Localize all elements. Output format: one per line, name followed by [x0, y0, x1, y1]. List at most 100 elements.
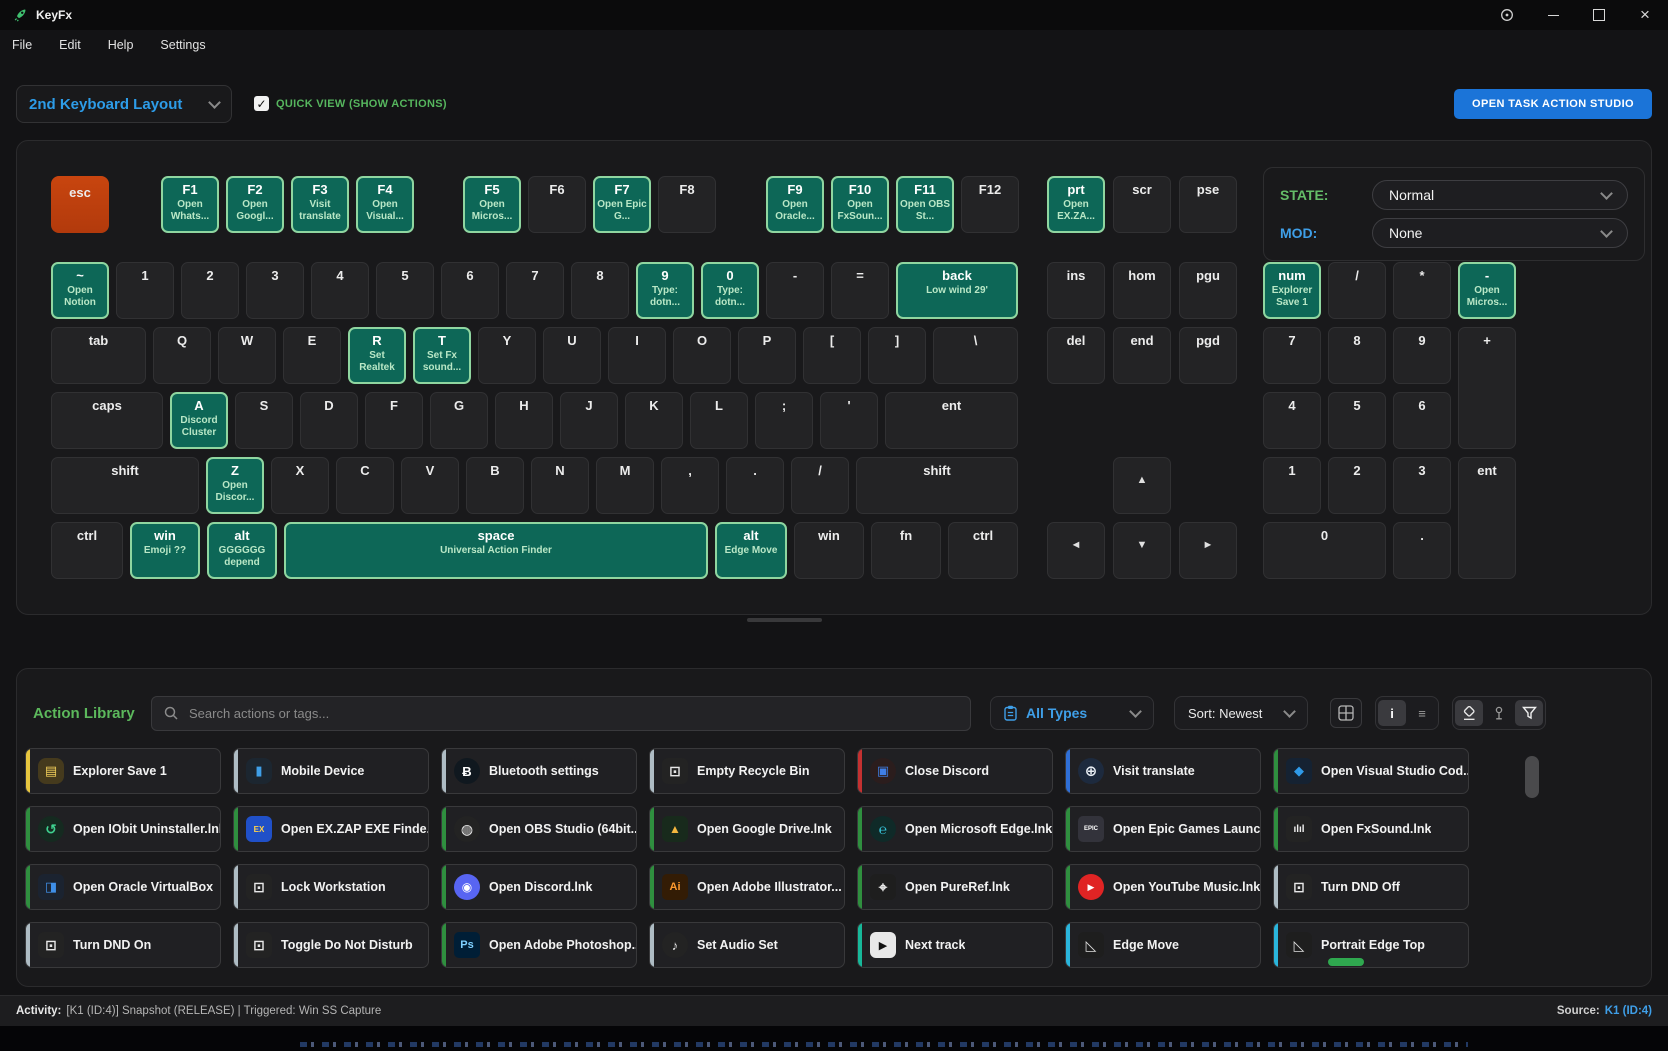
key-p[interactable]: P	[738, 327, 796, 384]
key-3[interactable]: 3	[246, 262, 304, 319]
menu-settings[interactable]: Settings	[160, 38, 205, 52]
key-lbracket[interactable]: [	[803, 327, 861, 384]
key-6[interactable]: 6	[441, 262, 499, 319]
key-f3[interactable]: F3Visit translate	[291, 176, 349, 233]
quick-view-toggle[interactable]: ✓ QUICK VIEW (SHOW ACTIONS)	[254, 96, 447, 111]
theme-icon[interactable]	[1484, 0, 1530, 30]
pin-button[interactable]	[1485, 700, 1513, 726]
key-fn[interactable]: fn	[871, 522, 941, 579]
key-f1[interactable]: F1Open Whats...	[161, 176, 219, 233]
key-backslash[interactable]: \	[933, 327, 1018, 384]
action-card[interactable]: ◉Open Discord.lnk	[441, 864, 637, 910]
grid-view-button[interactable]	[1330, 698, 1362, 728]
scrollbar-thumb[interactable]	[1525, 756, 1539, 798]
key-caps[interactable]: caps	[51, 392, 163, 449]
action-card[interactable]: ɃBluetooth settings	[441, 748, 637, 794]
key-alt-right[interactable]: altEdge Move	[715, 522, 787, 579]
key-k[interactable]: K	[625, 392, 683, 449]
key-u[interactable]: U	[543, 327, 601, 384]
key-f4[interactable]: F4Open Visual...	[356, 176, 414, 233]
key-tab[interactable]: tab	[51, 327, 146, 384]
key-g[interactable]: G	[430, 392, 488, 449]
key-d[interactable]: D	[300, 392, 358, 449]
action-card[interactable]: ⊡Empty Recycle Bin	[649, 748, 845, 794]
menu-file[interactable]: File	[12, 38, 32, 52]
key-f8[interactable]: F8	[658, 176, 716, 233]
filter-button[interactable]	[1515, 700, 1543, 726]
key-numlock[interactable]: numExplorer Save 1	[1263, 262, 1321, 319]
key-numpad-plus[interactable]: +	[1458, 327, 1516, 449]
panel-resize-handle[interactable]	[747, 618, 822, 622]
key-semicolon[interactable]: ;	[755, 392, 813, 449]
key-win-right[interactable]: win	[794, 522, 864, 579]
key-ctrl-left[interactable]: ctrl	[51, 522, 123, 579]
key-f11[interactable]: F11Open OBS St...	[896, 176, 954, 233]
open-task-action-studio-button[interactable]: OPEN TASK ACTION STUDIO	[1454, 89, 1652, 119]
key-numpad-8[interactable]: 8	[1328, 327, 1386, 384]
key-numpad-0[interactable]: 0	[1263, 522, 1386, 579]
action-card[interactable]: ⊡Lock Workstation	[233, 864, 429, 910]
action-card[interactable]: ▤Explorer Save 1	[25, 748, 221, 794]
key-f2[interactable]: F2Open Googl...	[226, 176, 284, 233]
key-numpad-2[interactable]: 2	[1328, 457, 1386, 514]
key-win-left[interactable]: winEmoji ??	[130, 522, 200, 579]
key-y[interactable]: Y	[478, 327, 536, 384]
key-scr[interactable]: scr	[1113, 176, 1171, 233]
key-numpad-enter[interactable]: ent	[1458, 457, 1516, 579]
key-e[interactable]: E	[283, 327, 341, 384]
action-card[interactable]: ▮Mobile Device	[233, 748, 429, 794]
key-r[interactable]: RSet Realtek	[348, 327, 406, 384]
key-rbracket[interactable]: ]	[868, 327, 926, 384]
key-ctrl-right[interactable]: ctrl	[948, 522, 1018, 579]
key-shift-right[interactable]: shift	[856, 457, 1018, 514]
key-back[interactable]: backLow wind 29'	[896, 262, 1018, 319]
key-equals[interactable]: =	[831, 262, 889, 319]
sort-dropdown[interactable]: Sort: Newest	[1174, 696, 1308, 730]
key-5[interactable]: 5	[376, 262, 434, 319]
action-card[interactable]: ılılOpen FxSound.lnk	[1273, 806, 1469, 852]
key-minus[interactable]: -	[766, 262, 824, 319]
key-numpad-asterisk[interactable]: *	[1393, 262, 1451, 319]
action-card[interactable]: ♪Set Audio Set	[649, 922, 845, 968]
action-card[interactable]: ◺Portrait Edge Top	[1273, 922, 1469, 968]
key-i[interactable]: I	[608, 327, 666, 384]
action-card[interactable]: ▶Open YouTube Music.lnk	[1065, 864, 1261, 910]
key-1[interactable]: 1	[116, 262, 174, 319]
key-2[interactable]: 2	[181, 262, 239, 319]
key-numpad-9[interactable]: 9	[1393, 327, 1451, 384]
action-card[interactable]: ▶Next track	[857, 922, 1053, 968]
action-card[interactable]: ▣Close Discord	[857, 748, 1053, 794]
key-f6[interactable]: F6	[528, 176, 586, 233]
key-0[interactable]: 0Type: dotn...	[701, 262, 759, 319]
key-numpad-5[interactable]: 5	[1328, 392, 1386, 449]
action-card[interactable]: AiOpen Adobe Illustrator...	[649, 864, 845, 910]
menu-edit[interactable]: Edit	[59, 38, 81, 52]
action-card[interactable]: ℮Open Microsoft Edge.lnk	[857, 806, 1053, 852]
key-j[interactable]: J	[560, 392, 618, 449]
action-card[interactable]: ⌖Open PureRef.lnk	[857, 864, 1053, 910]
key-9[interactable]: 9Type: dotn...	[636, 262, 694, 319]
key-o[interactable]: O	[673, 327, 731, 384]
key-z[interactable]: ZOpen Discor...	[206, 457, 264, 514]
key-hom[interactable]: hom	[1113, 262, 1171, 319]
action-card[interactable]: EPICOpen Epic Games Launc...	[1065, 806, 1261, 852]
key-numpad-slash[interactable]: /	[1328, 262, 1386, 319]
key-pse[interactable]: pse	[1179, 176, 1237, 233]
key-period[interactable]: .	[726, 457, 784, 514]
action-card[interactable]: ◺Edge Move	[1065, 922, 1261, 968]
state-dropdown[interactable]: Normal	[1372, 180, 1628, 210]
key-n[interactable]: N	[531, 457, 589, 514]
layout-selector-dropdown[interactable]: 2nd Keyboard Layout	[16, 85, 232, 123]
list-view-button[interactable]: ≡	[1408, 700, 1436, 726]
key-numpad-3[interactable]: 3	[1393, 457, 1451, 514]
key-7[interactable]: 7	[506, 262, 564, 319]
key-arrow-up[interactable]: ▲	[1113, 457, 1171, 514]
key-shift-left[interactable]: shift	[51, 457, 199, 514]
key-f5[interactable]: F5Open Micros...	[463, 176, 521, 233]
eraser-button[interactable]	[1455, 700, 1483, 726]
key-numpad-period[interactable]: .	[1393, 522, 1451, 579]
key-numpad-minus[interactable]: -Open Micros...	[1458, 262, 1516, 319]
key-end[interactable]: end	[1113, 327, 1171, 384]
info-view-button[interactable]: i	[1378, 700, 1406, 726]
key-numpad-6[interactable]: 6	[1393, 392, 1451, 449]
